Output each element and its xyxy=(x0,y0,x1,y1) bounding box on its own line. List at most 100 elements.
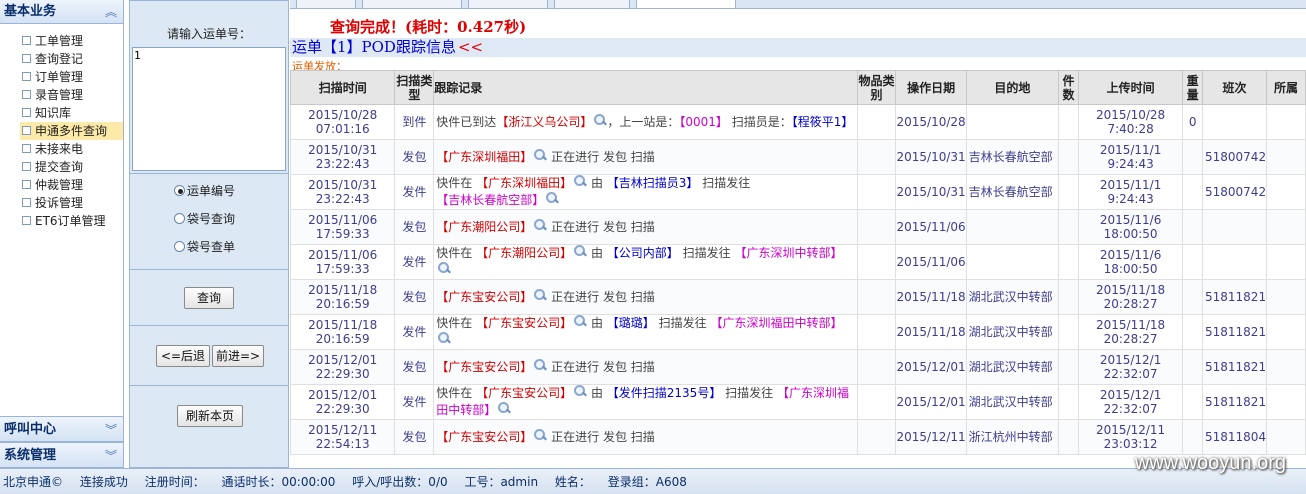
category-cell xyxy=(856,209,897,245)
tab[interactable] xyxy=(554,0,630,9)
waybill-input[interactable] xyxy=(132,47,286,171)
column-header: 扫描类型 xyxy=(394,70,435,105)
magnifier-icon[interactable] xyxy=(533,428,547,442)
op-date-cell: 2015/11/06 xyxy=(895,244,967,280)
sidebar-item[interactable]: 查询登记 xyxy=(22,50,123,68)
destination-cell: 湖北武汉中转部 xyxy=(965,279,1060,315)
sidebar-item[interactable]: 录音管理 xyxy=(22,86,123,104)
table-row: 2015/10/31 23:22:43 发件 快件在 【广东深圳福田】 由 【吉林扫… xyxy=(290,174,1306,210)
tab[interactable] xyxy=(296,0,356,9)
record-link[interactable]: 【广东深圳福田中转部】 xyxy=(710,316,842,330)
record-link[interactable]: 【广东深圳中转部】 xyxy=(734,246,842,260)
magnifier-icon[interactable] xyxy=(533,218,547,232)
tab[interactable] xyxy=(636,0,736,9)
count-cell xyxy=(1058,384,1079,420)
owner-cell xyxy=(1266,209,1306,245)
magnifier-icon[interactable] xyxy=(533,288,547,302)
record-link[interactable]: 【广东深圳福田】 xyxy=(476,176,572,190)
record-link[interactable]: 【广东宝安公司】 xyxy=(436,430,532,444)
sidebar-item[interactable]: 申通多件查询 xyxy=(20,122,123,140)
sidebar-item[interactable]: 工单管理 xyxy=(22,32,123,50)
sidebar-item[interactable]: 投诉管理 xyxy=(22,194,123,212)
magnifier-icon[interactable] xyxy=(573,175,587,189)
sidebar-item[interactable]: 提交查询 xyxy=(22,158,123,176)
record-link[interactable]: 【广东宝安公司】 xyxy=(436,360,532,374)
sidebar-header-system[interactable]: 系统管理 ︾ xyxy=(0,442,123,468)
scan-time-cell: 2015/11/18 20:16:59 xyxy=(290,314,396,350)
scan-time-cell: 2015/10/28 07:01:16 xyxy=(290,104,396,140)
sidebar-item[interactable]: 仲裁管理 xyxy=(22,176,123,194)
tracking-table: 扫描时间 扫描类型 跟踪记录 物品类别 操作日期 目的地 件数 上传时间 重量 班次 所属 2015… xyxy=(290,70,1306,455)
category-cell xyxy=(856,104,897,140)
refresh-button[interactable]: 刷新本页 xyxy=(177,405,243,427)
scan-type-cell: 发包 xyxy=(394,349,435,385)
record-link[interactable]: 【浙江义乌公司】 xyxy=(496,115,592,129)
query-button[interactable]: 查询 xyxy=(184,287,234,309)
radio-unchecked-icon[interactable] xyxy=(174,213,185,224)
magnifier-icon[interactable] xyxy=(593,113,607,127)
collapse-link[interactable]: << xyxy=(456,38,483,56)
record-text: 正在进行 发包 扫描 xyxy=(547,429,655,444)
column-header: 上传时间 xyxy=(1077,70,1184,105)
table-row: 2015/11/18 20:16:59 发件 快件在 【广东宝安公司】 由 【璐璐】… xyxy=(290,314,1306,350)
sidebar-item[interactable]: 知识库 xyxy=(22,104,123,122)
record-link[interactable]: 【程筱平1】 xyxy=(792,115,854,129)
query-mode-option[interactable]: 袋号查询 xyxy=(174,210,235,238)
magnifier-icon[interactable] xyxy=(437,332,451,345)
magnifier-icon[interactable] xyxy=(533,358,547,372)
weight-cell xyxy=(1182,174,1203,210)
shift-cell: 51800742 xyxy=(1201,174,1268,210)
record-link[interactable]: 【广东宝安公司】 xyxy=(476,386,572,400)
sidebar-header-call-center[interactable]: 呼叫中心 ︾ xyxy=(0,416,123,442)
record-link[interactable]: 【发件扫描2135号】 xyxy=(607,386,722,400)
search-panel: 请输入运单号： 运单编号袋号查询袋号查单 查询 <=后退 前进=> 刷新本页 xyxy=(129,0,289,468)
weight-cell xyxy=(1182,139,1203,175)
magnifier-icon[interactable] xyxy=(533,148,547,162)
tracking-record-cell: 快件已到达【浙江义乌公司】 ，上一站是：【0001】 扫描员是：【程筱平1】 xyxy=(433,104,858,140)
double-chevron-down-icon[interactable]: ︾ xyxy=(105,443,117,469)
record-link[interactable]: 【璐璐】 xyxy=(607,316,655,330)
scan-type-cell: 发件 xyxy=(394,244,435,280)
double-chevron-down-icon[interactable]: ︾ xyxy=(105,417,117,443)
scan-time-cell: 2015/10/31 23:22:43 xyxy=(290,139,396,175)
query-mode-option[interactable]: 运单编号 xyxy=(174,182,235,210)
owner-cell xyxy=(1266,349,1306,385)
query-mode-option[interactable]: 袋号查单 xyxy=(174,238,235,266)
forward-button[interactable]: 前进=> xyxy=(212,345,264,367)
node-box-icon xyxy=(22,90,31,99)
record-link[interactable]: 【广东潮阳公司】 xyxy=(476,246,572,260)
tab[interactable] xyxy=(362,0,462,9)
double-chevron-up-icon[interactable]: ︽ xyxy=(105,0,117,24)
record-link[interactable]: 【广东宝安公司】 xyxy=(476,316,572,330)
table-row: 2015/10/31 23:22:43 发包 【广东深圳福田】 正在进行 发包 扫描… xyxy=(290,139,1306,175)
back-button[interactable]: <=后退 xyxy=(156,345,210,367)
magnifier-icon[interactable] xyxy=(497,402,511,415)
weight-cell xyxy=(1182,244,1203,280)
record-link[interactable]: 【广东深圳福田】 xyxy=(436,150,532,164)
record-link[interactable]: 【广东潮阳公司】 xyxy=(436,220,532,234)
record-link[interactable]: 【吉林长春航空部】 xyxy=(436,193,544,207)
record-link[interactable]: 【0001】 xyxy=(679,115,728,129)
shift-cell: 51811821 xyxy=(1201,349,1268,385)
radio-unchecked-icon[interactable] xyxy=(174,241,185,252)
tab[interactable] xyxy=(468,0,548,9)
sidebar-item[interactable]: ET6订单管理 xyxy=(22,212,123,230)
magnifier-icon[interactable] xyxy=(545,192,559,205)
column-header: 班次 xyxy=(1201,70,1268,105)
radio-checked-icon[interactable] xyxy=(174,185,185,196)
sidebar-item[interactable]: 订单管理 xyxy=(22,68,123,86)
node-box-icon xyxy=(22,144,31,153)
sidebar-item[interactable]: 未接来电 xyxy=(22,140,123,158)
sidebar-item-label: 仲裁管理 xyxy=(35,178,84,192)
record-link[interactable]: 【广东宝安公司】 xyxy=(436,290,532,304)
record-link[interactable]: 【公司内部】 xyxy=(607,246,679,260)
magnifier-icon[interactable] xyxy=(573,385,587,399)
tracking-record-cell: 【广东宝安公司】 正在进行 发包 扫描 xyxy=(433,279,858,315)
destination-cell: 湖北武汉中转部 xyxy=(965,384,1060,420)
upload-time-cell: 2015/12/1 22:32:07 xyxy=(1077,384,1184,420)
record-link[interactable]: 【吉林扫描员3】 xyxy=(607,176,699,190)
magnifier-icon[interactable] xyxy=(437,262,451,275)
magnifier-icon[interactable] xyxy=(573,315,587,329)
magnifier-icon[interactable] xyxy=(573,245,587,259)
sidebar-header-basic[interactable]: 基本业务 ︽ xyxy=(0,0,123,24)
